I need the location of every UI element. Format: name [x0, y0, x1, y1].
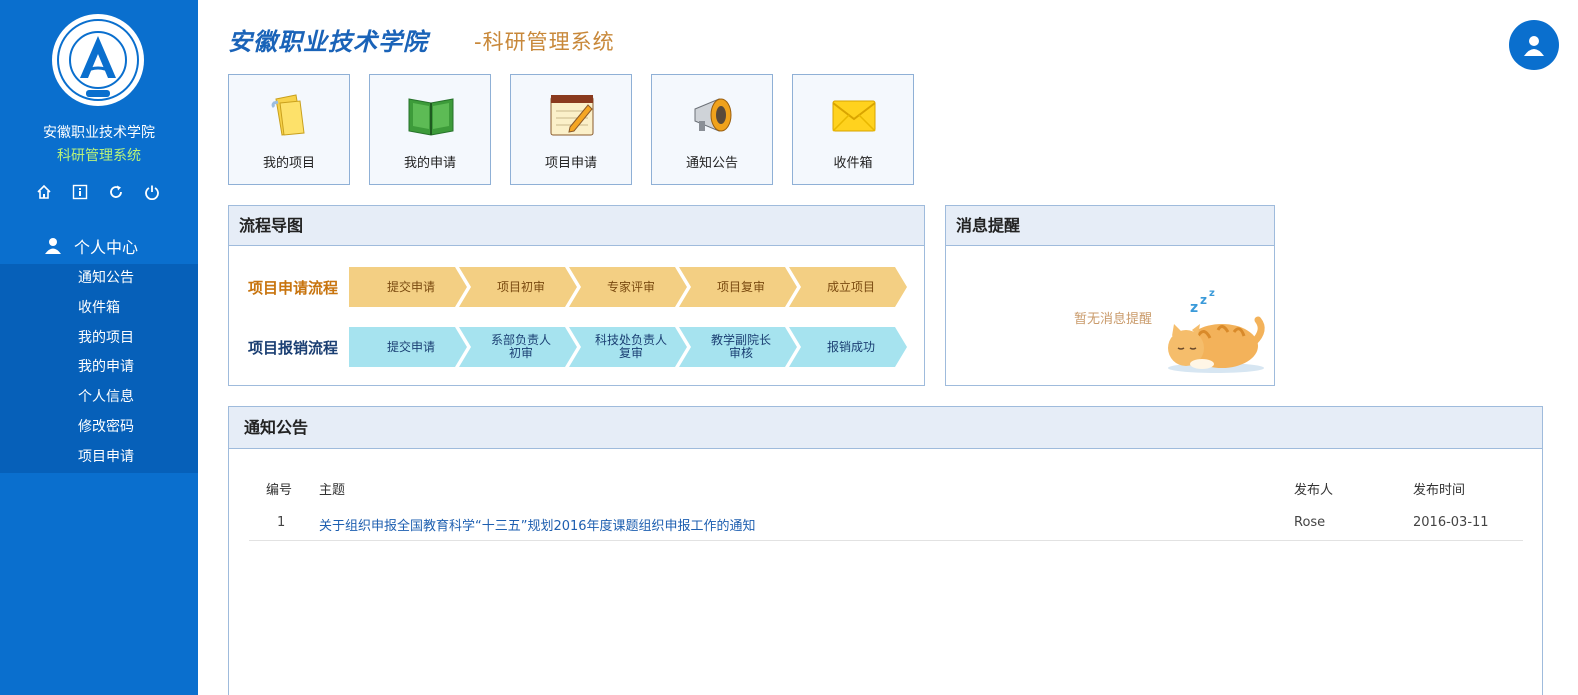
sidebar-item-inbox[interactable]: 收件箱 [0, 294, 198, 324]
sidebar-item-project-application[interactable]: 项目申请 [0, 443, 198, 473]
page-subtitle: -科研管理系统 [474, 30, 615, 54]
shortcut-my-applications[interactable]: 我的申请 [369, 74, 491, 185]
shortcut-inbox[interactable]: 收件箱 [792, 74, 914, 185]
flow-step[interactable]: 专家评审 [569, 267, 687, 307]
flow-step-label: 科技处负责人 复审 [594, 333, 667, 360]
sidebar-toolbar [34, 182, 162, 202]
sidebar-section-personal-center[interactable]: 个人中心 [0, 230, 198, 262]
row-divider [249, 540, 1523, 541]
reimburse-flow-name: 项目报销流程 [248, 339, 339, 357]
sidebar: 安徽职业技术学院 科研管理系统 个人中心 通知公告 收件箱 我的项目 我的申请 … [0, 0, 198, 695]
flow-step-label: 专家评审 [606, 279, 655, 294]
megaphone-icon [694, 98, 732, 132]
shortcut-notices[interactable]: 通知公告 [651, 74, 773, 185]
user-icon [45, 238, 61, 254]
sidebar-school-name: 安徽职业技术学院 [43, 125, 155, 141]
message-panel-title: 消息提醒 [946, 206, 1274, 246]
book-icon [408, 98, 454, 136]
svg-text:z: z [1190, 300, 1198, 316]
sidebar-system-name: 科研管理系统 [57, 148, 141, 164]
flow-step[interactable]: 报销成功 [789, 327, 907, 367]
column-header-subject: 主题 [319, 483, 346, 498]
school-logo [52, 14, 144, 106]
flow-step[interactable]: 提交申请 [349, 327, 467, 367]
user-avatar-button[interactable] [1509, 20, 1559, 70]
home-icon[interactable] [34, 182, 54, 202]
flow-step[interactable]: 成立项目 [789, 267, 907, 307]
reimburse-flow-row: 项目报销流程 提交申请 系部负责人 初审 科技处负责人 复审 教学副院长 审核 报销成功 [229, 327, 925, 367]
flow-panel: 流程导图 项目申请流程 提交申请 项目初审 专家评审 项目复审 成立项目 项目报销流程 … [228, 205, 925, 386]
flow-panel-title: 流程导图 [229, 206, 924, 246]
column-header-id: 编号 [266, 483, 293, 498]
row-publisher: Rose [1294, 515, 1326, 530]
shortcut-label: 我的申请 [403, 156, 456, 171]
flow-step-label: 系部负责人 初审 [490, 333, 551, 360]
refresh-icon[interactable] [106, 182, 126, 202]
sleeping-cat-illustration: z z z [1168, 288, 1265, 373]
flow-step-label: 报销成功 [826, 339, 875, 354]
flow-step[interactable]: 系部负责人 初审 [459, 327, 577, 367]
flow-step[interactable]: 提交申请 [349, 267, 467, 307]
row-id: 1 [277, 515, 286, 530]
shortcut-label: 通知公告 [685, 156, 738, 171]
envelope-icon [832, 100, 876, 132]
svg-text:z: z [1200, 293, 1207, 307]
message-panel: 消息提醒 暂无消息提醒 z z z [945, 205, 1275, 386]
svg-text:z: z [1209, 288, 1215, 299]
flow-step[interactable]: 项目复审 [679, 267, 797, 307]
apply-flow-name: 项目申请流程 [248, 279, 339, 297]
power-icon[interactable] [142, 182, 162, 202]
flow-step[interactable]: 项目初审 [459, 267, 577, 307]
notice-panel: 通知公告 编号 主题 发布人 发布时间 1 关于组织申报全国教育科学“十三五”规… [228, 406, 1543, 695]
flow-step-label: 提交申请 [386, 279, 435, 294]
flow-step-label: 项目初审 [496, 279, 545, 294]
flow-step-label: 成立项目 [826, 279, 875, 294]
shortcut-my-projects[interactable]: 我的项目 [228, 74, 350, 185]
shortcut-label: 项目申请 [544, 156, 597, 171]
column-header-publisher: 发布人 [1294, 483, 1334, 498]
notepad-icon [550, 95, 594, 136]
empty-message-text: 暂无消息提醒 [1074, 312, 1153, 327]
sidebar-item-personal-info[interactable]: 个人信息 [0, 383, 198, 413]
folder-icon [271, 94, 305, 136]
row-date: 2016-03-11 [1413, 515, 1489, 530]
sidebar-item-change-password[interactable]: 修改密码 [0, 413, 198, 443]
row-subject-link[interactable]: 关于组织申报全国教育科学“十三五”规划2016年度课题组织申报工作的通知 [319, 515, 756, 534]
notice-panel-title: 通知公告 [229, 407, 1542, 449]
shortcut-label: 收件箱 [833, 156, 873, 171]
apply-flow-row: 项目申请流程 提交申请 项目初审 专家评审 项目复审 成立项目 [229, 267, 925, 307]
sidebar-item-my-applications[interactable]: 我的申请 [0, 353, 198, 383]
sidebar-item-my-projects[interactable]: 我的项目 [0, 324, 198, 354]
sidebar-item-notices[interactable]: 通知公告 [0, 264, 198, 294]
page-title: 安徽职业技术学院 [228, 27, 428, 56]
shortcut-project-application[interactable]: 项目申请 [510, 74, 632, 185]
column-header-date: 发布时间 [1413, 483, 1466, 498]
flow-step-label: 提交申请 [386, 339, 435, 354]
info-icon[interactable] [70, 182, 90, 202]
flow-step-label: 项目复审 [716, 279, 765, 294]
sidebar-menu: 通知公告 收件箱 我的项目 我的申请 个人信息 修改密码 项目申请 [0, 264, 198, 473]
user-icon [1524, 36, 1544, 56]
flow-step[interactable]: 教学副院长 审核 [679, 327, 797, 367]
flow-step-label: 教学副院长 审核 [710, 333, 771, 360]
sidebar-section-label: 个人中心 [74, 238, 139, 257]
flow-step[interactable]: 科技处负责人 复审 [569, 327, 687, 367]
shortcut-label: 我的项目 [262, 156, 315, 171]
